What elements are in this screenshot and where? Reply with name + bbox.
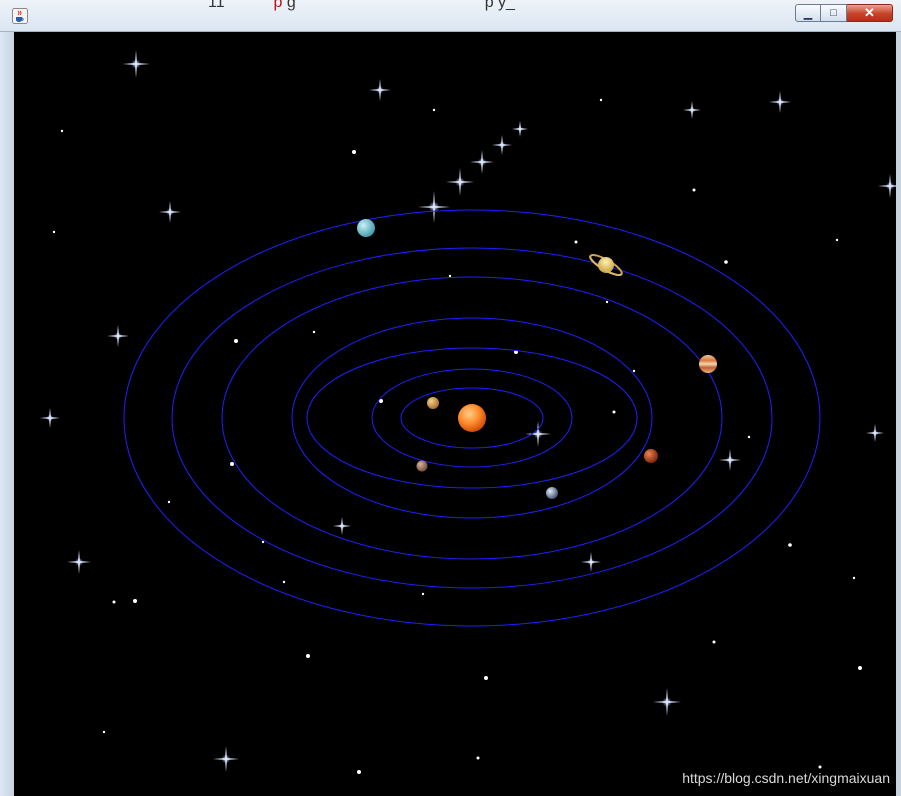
star-dot [476,756,480,760]
star-dot [858,666,862,670]
star-dot [574,240,578,244]
star-dot [599,98,603,102]
space-background [14,32,896,796]
star-dot [357,770,361,774]
title-fragment-mid: g [286,0,296,11]
star-dot [230,462,234,466]
star-dot [421,592,425,596]
window-frame-right [896,32,901,796]
star-dot [692,188,696,192]
star-dot [261,540,265,544]
star-dot [835,238,839,242]
solar-system-scene [14,32,896,796]
star-dot [788,543,792,547]
minimize-icon: ▁ [803,7,813,20]
star-dot [724,260,728,264]
sun [458,404,486,432]
title-bar: 11 p g p y_ ▁ □ ✕ [0,0,901,32]
star-dot [484,676,488,680]
star-dot [312,330,316,334]
window-title: 11 p g p y_ [208,0,515,12]
title-fragment-red: p [273,0,283,11]
maximize-icon: □ [830,7,837,19]
star-dot [52,230,56,234]
window-controls: ▁ □ ✕ [795,4,893,22]
maximize-button[interactable]: □ [821,4,847,22]
star-dot [818,765,822,769]
uranus [357,219,375,237]
star-dot [747,435,751,439]
star-dot [133,599,137,603]
star-dot [448,274,452,278]
star-dot [234,339,238,343]
window-frame-left [0,32,14,796]
title-fragment-right: p y_ [484,0,515,11]
close-icon: ✕ [864,5,875,20]
watermark-url: https://blog.csdn.net/xingmaixuan [682,770,890,786]
star-dot [352,150,356,154]
mars [644,449,658,463]
earth [546,487,558,499]
star-dot [306,654,310,658]
star-dot [432,108,436,112]
star-dot [60,129,64,133]
title-fragment-left: 11 [208,0,225,11]
star-dot [167,500,171,504]
mercury [427,397,439,409]
star-dot [282,580,286,584]
solar-system-canvas[interactable]: https://blog.csdn.net/xingmaixuan [14,32,896,796]
star-dot [712,640,716,644]
jupiter [699,355,717,373]
star-dot [112,600,116,604]
star-dot [102,730,106,734]
minimize-button[interactable]: ▁ [795,4,821,22]
star-dot [632,369,636,373]
star-dot [612,410,616,414]
java-coffee-cup-icon[interactable] [12,8,28,24]
venus [416,460,428,472]
star-dot [852,576,856,580]
close-button[interactable]: ✕ [847,4,893,22]
star-dot [605,300,609,304]
